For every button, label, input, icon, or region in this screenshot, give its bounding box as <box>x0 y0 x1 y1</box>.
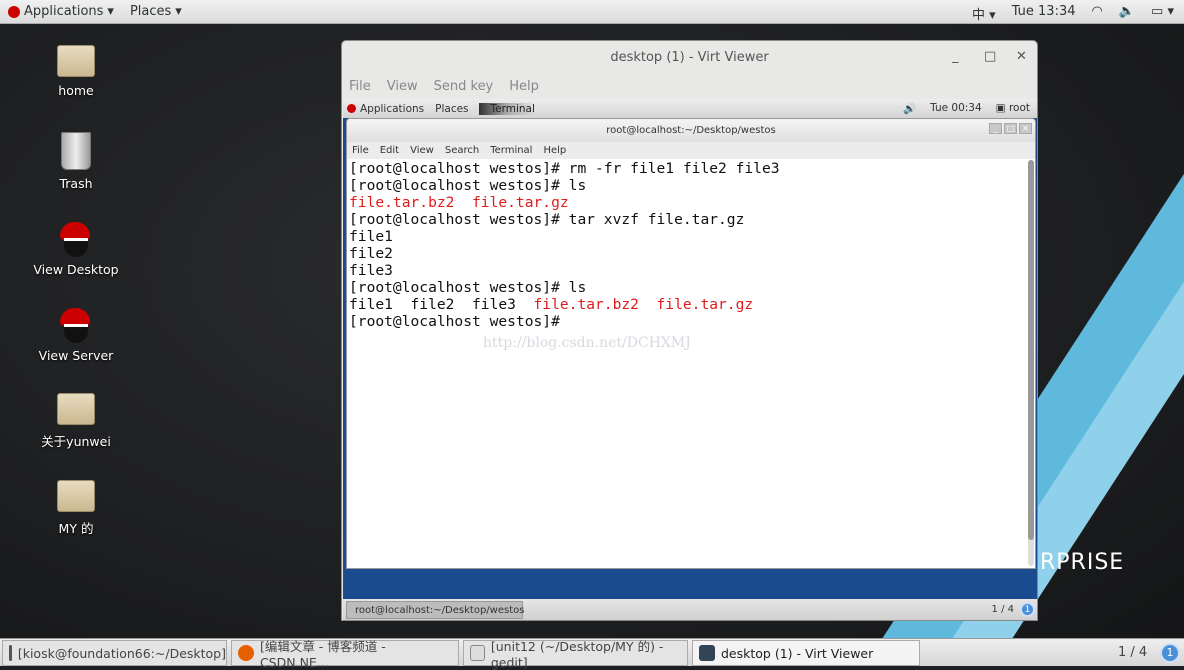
taskbar-item-gedit[interactable]: [unit12 (~/Desktop/MY 的) - gedit] <box>463 639 688 670</box>
terminal-text: [root@localhost westos]# ls <box>349 177 587 194</box>
guest-taskbar: root@localhost:~/Desktop/westos 1 / 4 1 <box>343 599 1037 620</box>
desktop-icon-yunwei[interactable]: 关于yunwei <box>30 393 122 450</box>
terminal-output[interactable]: [root@localhost westos]# rm -fr file1 fi… <box>349 159 1029 568</box>
taskbar-item-terminal[interactable]: [kiosk@foundation66:~/Desktop] <box>2 640 227 666</box>
minimize-button[interactable]: _ <box>989 123 1002 134</box>
desktop-icon-my[interactable]: MY 的 <box>30 480 122 537</box>
virt-viewer-icon <box>699 645 715 661</box>
menu-edit[interactable]: Edit <box>380 145 399 156</box>
taskbar-item-virt-viewer[interactable]: desktop (1) - Virt Viewer <box>692 640 920 666</box>
terminal-line: file1 <box>349 228 1029 245</box>
terminal-menu-bar: File Edit View Search Terminal Help <box>347 142 1035 159</box>
menu-view[interactable]: View <box>410 145 434 156</box>
guest-taskbar-item-terminal[interactable]: root@localhost:~/Desktop/westos <box>346 601 524 619</box>
guest-applications-menu[interactable]: Applications <box>360 103 424 115</box>
terminal-line: [root@localhost westos]# tar xvzf file.t… <box>349 211 1029 228</box>
applications-menu[interactable]: Applications ▾ <box>8 4 114 19</box>
redhat-icon <box>56 220 96 257</box>
virt-viewer-window: desktop (1) - Virt Viewer _ □ ✕ File Vie… <box>341 40 1038 621</box>
close-button[interactable]: ✕ <box>1019 123 1032 134</box>
home-folder-icon <box>57 45 95 77</box>
close-button[interactable]: ✕ <box>1016 49 1027 64</box>
menu-search[interactable]: Search <box>445 145 479 156</box>
guest-top-bar: Applications Places Terminal 🔊 Tue 00:34… <box>343 99 1037 118</box>
taskbar-item-firefox[interactable]: [编辑文章 - 博客频道 - CSDN.NE... <box>231 639 459 670</box>
guest-places-menu[interactable]: Places <box>435 103 468 115</box>
terminal-line: file1 file2 file3 file.tar.bz2 file.tar.… <box>349 296 1029 313</box>
terminal-line: file3 <box>349 262 1029 279</box>
battery-icon[interactable]: ▭ ▾ <box>1151 4 1174 23</box>
terminal-title: root@localhost:~/Desktop/westos <box>347 119 1035 142</box>
redhat-icon <box>347 104 356 113</box>
terminal-text: file.tar.bz2 file.tar.gz <box>349 194 569 211</box>
desktop-icon-view-desktop[interactable]: View Desktop <box>30 220 122 277</box>
clock[interactable]: Tue 13:34 <box>1012 4 1076 23</box>
terminal-text: [root@localhost westos]# <box>349 313 569 330</box>
terminal-text: file1 file2 file3 <box>349 296 534 313</box>
notification-badge[interactable]: 1 <box>1020 602 1035 617</box>
terminal-text: file.tar.bz2 file.tar.gz <box>533 296 754 313</box>
volume-icon[interactable]: 🔊 <box>903 102 916 115</box>
wifi-icon[interactable]: ◠ <box>1092 4 1103 23</box>
terminal-icon <box>9 645 12 661</box>
menu-bar: File View Send key Help <box>342 73 1037 99</box>
maximize-button[interactable]: □ <box>984 49 996 64</box>
terminal-line: [root@localhost westos]# <box>349 313 1029 330</box>
desktop-icon-trash[interactable]: Trash <box>30 132 122 191</box>
host-taskbar: [kiosk@foundation66:~/Desktop] [编辑文章 - 博… <box>0 638 1184 670</box>
terminal-line: file2 <box>349 245 1029 262</box>
guest-display[interactable]: Applications Places Terminal 🔊 Tue 00:34… <box>343 99 1037 620</box>
firefox-icon <box>238 645 254 661</box>
maximize-button[interactable]: □ <box>1004 123 1017 134</box>
minimize-button[interactable]: _ <box>952 49 959 64</box>
terminal-line: [root@localhost westos]# ls <box>349 177 1029 194</box>
folder-icon <box>57 393 95 425</box>
redhat-icon <box>8 5 20 18</box>
terminal-text: [root@localhost westos]# tar xvzf file.t… <box>349 211 745 228</box>
guest-user-menu[interactable]: ▣ root <box>996 102 1030 115</box>
guest-terminal-menu[interactable]: Terminal <box>478 102 535 115</box>
menu-help[interactable]: Help <box>509 79 539 94</box>
window-title: desktop (1) - Virt Viewer <box>610 49 769 65</box>
guest-clock[interactable]: Tue 00:34 <box>930 102 982 115</box>
chevron-down-icon: ▾ <box>175 4 182 19</box>
terminal-text: [root@localhost westos]# rm -fr file1 fi… <box>349 160 780 177</box>
gedit-icon <box>470 645 485 661</box>
menu-file[interactable]: File <box>352 145 369 156</box>
menu-help[interactable]: Help <box>543 145 566 156</box>
terminal-text: file1 <box>349 228 393 245</box>
scrollbar-thumb[interactable] <box>1028 160 1034 540</box>
terminal-text: [root@localhost westos]# ls <box>349 279 587 296</box>
menu-send-key[interactable]: Send key <box>434 79 494 94</box>
notification-badge[interactable]: 1 <box>1160 643 1180 663</box>
terminal-text: file3 <box>349 262 393 279</box>
input-method-indicator[interactable]: 中 ▾ <box>972 4 996 23</box>
terminal-line: [root@localhost westos]# ls <box>349 279 1029 296</box>
workspace-pager[interactable]: 1 / 4 <box>1118 645 1147 660</box>
terminal-window: root@localhost:~/Desktop/westos _ □ ✕ File… <box>346 118 1036 569</box>
redhat-icon <box>56 306 96 343</box>
terminal-line: [root@localhost westos]# rm -fr file1 fi… <box>349 160 1029 177</box>
watermark: http://blog.csdn.net/DCHXMJ <box>483 335 691 351</box>
wallpaper-text: RPRISE <box>1040 550 1125 575</box>
desktop-icon-home[interactable]: home <box>30 45 122 98</box>
workspace-pager[interactable]: 1 / 4 <box>992 604 1014 615</box>
desktop-icon-view-server[interactable]: View Server <box>30 306 122 363</box>
trash-icon <box>61 132 91 170</box>
menu-file[interactable]: File <box>349 79 371 94</box>
menu-view[interactable]: View <box>387 79 418 94</box>
chevron-down-icon: ▾ <box>107 4 114 19</box>
host-top-bar: Applications ▾ Places ▾ 中 ▾ Tue 13:34 ◠ 🔈 … <box>0 0 1184 24</box>
terminal-line: file.tar.bz2 file.tar.gz <box>349 194 1029 211</box>
terminal-text: file2 <box>349 245 393 262</box>
menu-terminal[interactable]: Terminal <box>490 145 532 156</box>
volume-icon[interactable]: 🔈 <box>1119 4 1135 23</box>
scrollbar[interactable] <box>1028 160 1034 566</box>
user-icon: ▣ <box>995 102 1006 114</box>
folder-icon <box>57 480 95 512</box>
places-menu[interactable]: Places ▾ <box>130 4 182 19</box>
